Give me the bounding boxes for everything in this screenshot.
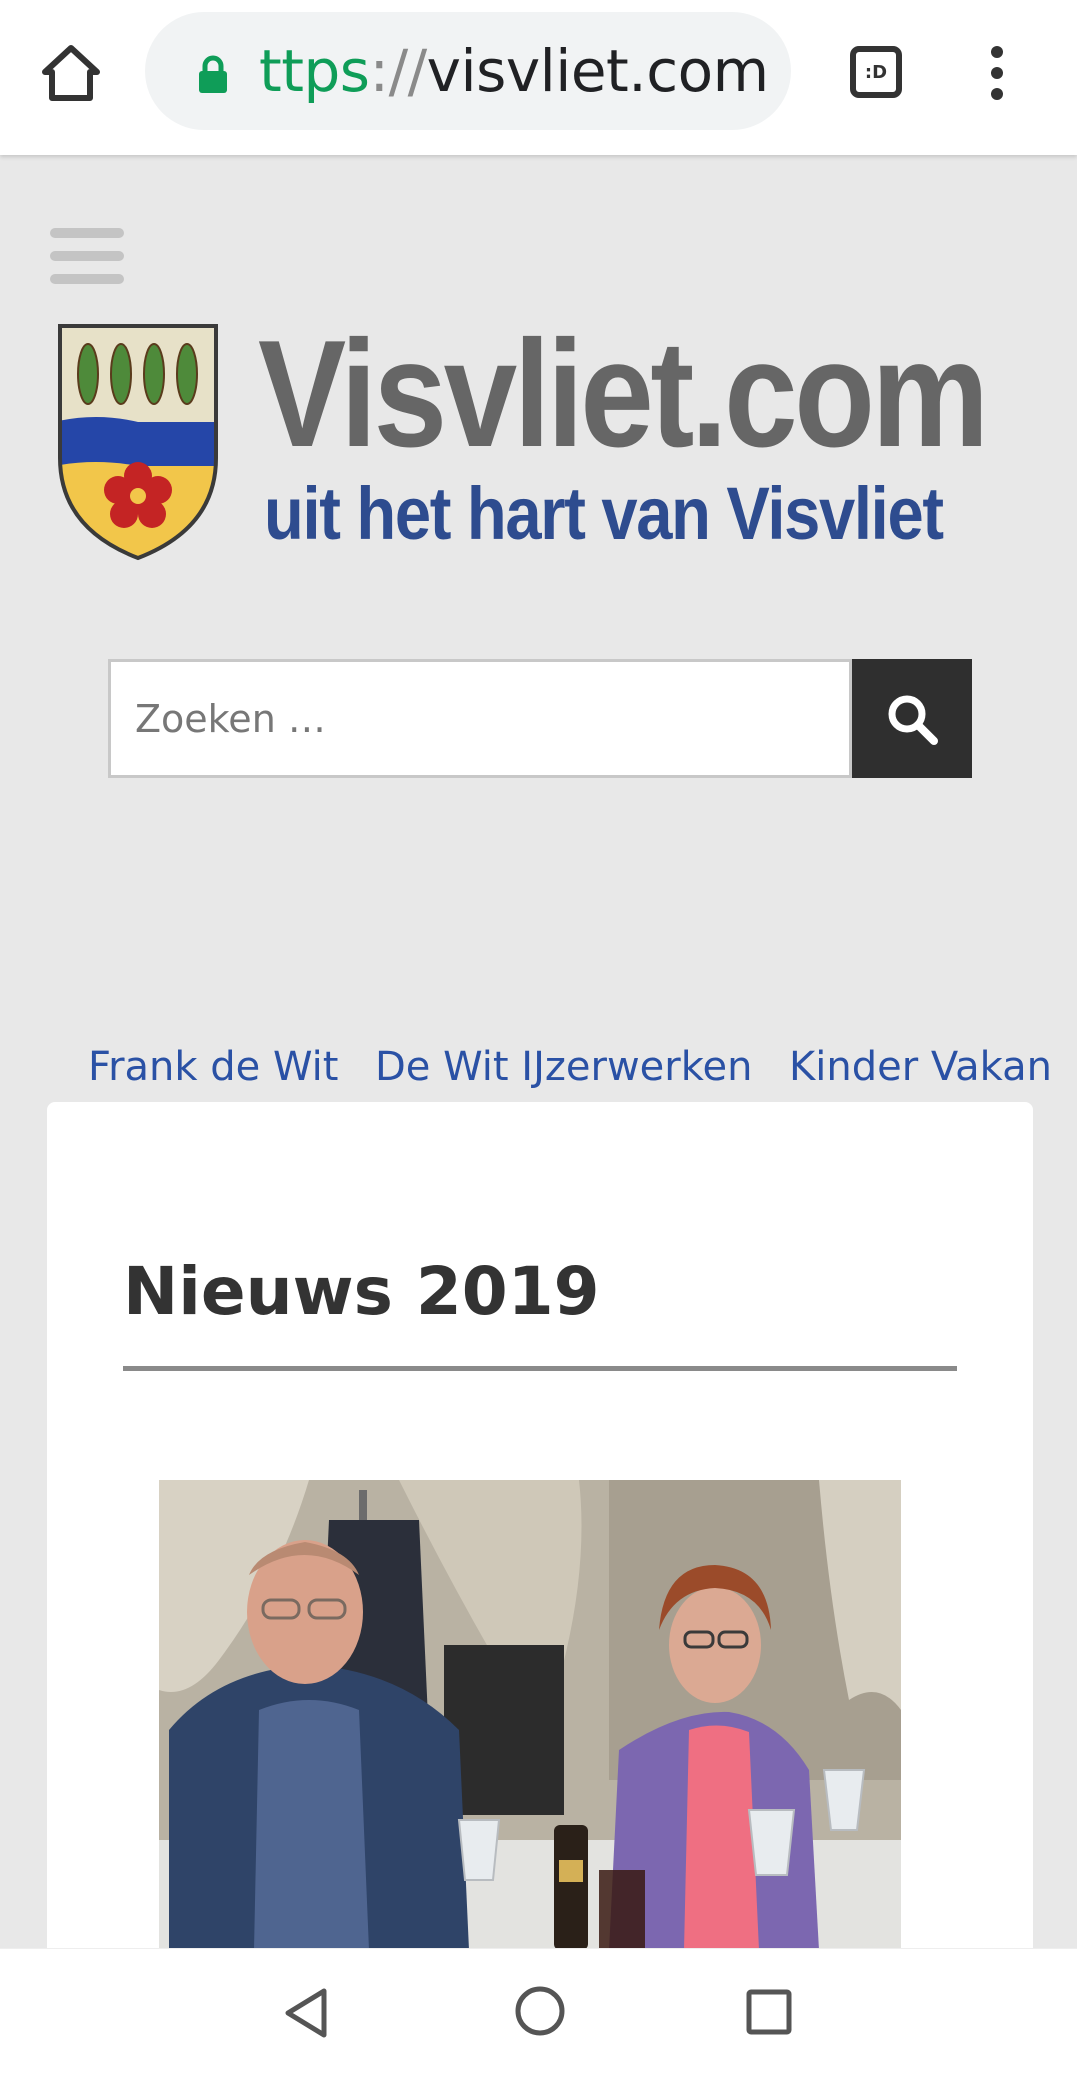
android-back-icon[interactable] — [280, 1985, 332, 2041]
android-recents-icon[interactable] — [745, 1988, 793, 2036]
url-host: visvliet.com — [426, 37, 769, 105]
search-input[interactable] — [108, 659, 852, 778]
tab-badge: :D — [864, 61, 888, 83]
home-button[interactable] — [38, 40, 104, 106]
title-divider — [123, 1366, 957, 1371]
lock-icon — [199, 55, 227, 93]
android-home-icon[interactable] — [514, 1985, 566, 2037]
post-photo[interactable] — [159, 1480, 901, 1950]
hamburger-icon[interactable] — [50, 228, 124, 284]
search-icon — [888, 695, 938, 745]
address-bar[interactable]: ttps://visvliet.com — [145, 12, 791, 130]
logo-tagline: uit het hart van Visvliet — [264, 472, 944, 555]
android-nav-bar — [0, 1948, 1077, 2075]
tab-switcher-button[interactable]: :D — [846, 42, 906, 102]
search-button[interactable] — [852, 659, 972, 778]
crest-logo — [58, 324, 218, 561]
nav-link-frank-de-wit[interactable]: Frank de Wit — [88, 1040, 338, 1094]
post-title[interactable]: Nieuws 2019 — [123, 1252, 600, 1332]
nav-link-de-wit-ijzerwerken[interactable]: De Wit IJzerwerken — [375, 1040, 752, 1094]
url-text: ttps://visvliet.com — [259, 38, 769, 104]
nav-link-kinder-vakan[interactable]: Kinder Vakan — [789, 1040, 1052, 1094]
home-icon — [42, 45, 100, 101]
logo-title[interactable]: Visvliet.com — [258, 318, 989, 470]
browser-toolbar: ttps://visvliet.com :D — [0, 0, 1077, 155]
url-separator: :// — [369, 37, 428, 105]
tab-switcher-icon: :D — [850, 46, 902, 98]
url-scheme: ttps — [259, 37, 370, 105]
post-card: Nieuws 2019 — [47, 1102, 1033, 2075]
more-vert-icon[interactable] — [972, 40, 1022, 106]
